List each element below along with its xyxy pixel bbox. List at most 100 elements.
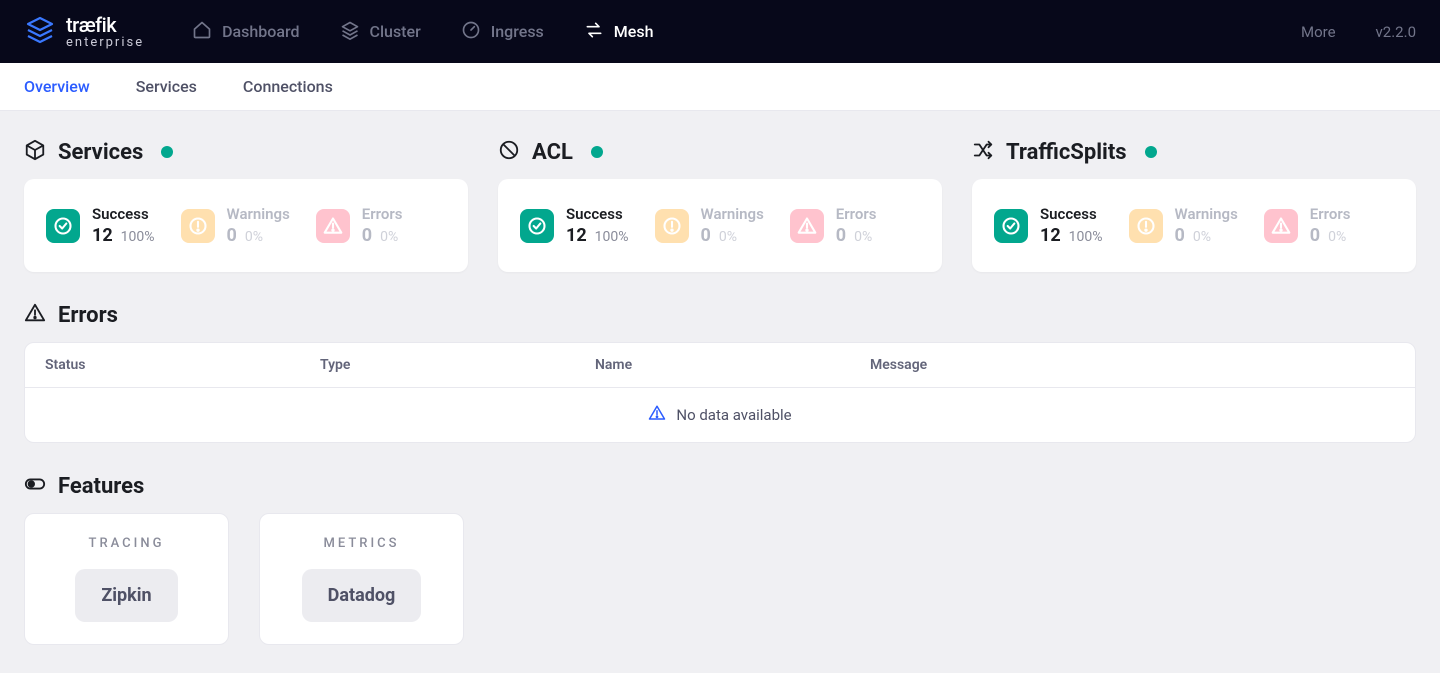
page-content: Services Success 12 100%: [0, 111, 1440, 673]
success-count: 12: [566, 225, 587, 246]
subnav-overview[interactable]: Overview: [24, 77, 90, 96]
errors-table: Status Type Name Message No data availab…: [24, 342, 1416, 443]
no-data-row: No data available: [25, 387, 1415, 442]
subnav-connections[interactable]: Connections: [243, 77, 333, 96]
feature-tracing: TRACING Zipkin: [24, 513, 229, 645]
status-dot-icon: [161, 146, 173, 158]
feature-tracing-value: Zipkin: [75, 569, 177, 622]
success-label: Success: [566, 205, 629, 223]
nav-ingress-label: Ingress: [491, 22, 544, 41]
alert-circle-icon: [1129, 209, 1163, 243]
check-circle-icon: [46, 209, 80, 243]
warnings-pct: 0%: [719, 229, 737, 245]
features-header: Features: [24, 473, 1416, 499]
trafficsplits-success: Success 12 100%: [994, 205, 1103, 246]
warnings-count: 0: [701, 225, 711, 246]
swap-icon: [584, 20, 604, 44]
acl-warnings: Warnings 0 0%: [655, 205, 764, 246]
alert-triangle-icon: [790, 209, 824, 243]
errors-pct: 0%: [380, 229, 398, 245]
errors-pct: 0%: [854, 229, 872, 245]
brand-name: træfik: [66, 15, 144, 35]
home-icon: [192, 20, 212, 44]
feature-metrics: METRICS Datadog: [259, 513, 464, 645]
alert-triangle-icon: [24, 302, 46, 328]
topbar-right: More v2.2.0: [1301, 23, 1416, 41]
alert-triangle-icon: [316, 209, 350, 243]
sub-nav: Overview Services Connections: [0, 63, 1440, 111]
trafficsplits-errors: Errors 0 0%: [1264, 205, 1351, 246]
warnings-pct: 0%: [245, 229, 263, 245]
subnav-services[interactable]: Services: [136, 77, 197, 96]
shield-icon: [498, 139, 520, 165]
trafficsplits-header: TrafficSplits: [972, 139, 1416, 165]
trafficsplits-column: TrafficSplits Success 12 100%: [972, 139, 1416, 272]
toggle-icon: [24, 473, 46, 499]
warnings-count: 0: [1175, 225, 1185, 246]
success-count: 12: [92, 225, 113, 246]
success-count: 12: [1040, 225, 1061, 246]
warnings-label: Warnings: [227, 205, 290, 223]
nav-more[interactable]: More: [1301, 23, 1336, 41]
errors-table-header: Status Type Name Message: [25, 343, 1415, 387]
errors-label: Errors: [362, 205, 403, 223]
nav-mesh-label: Mesh: [614, 22, 654, 41]
col-message: Message: [870, 357, 1395, 373]
services-errors: Errors 0 0%: [316, 205, 403, 246]
status-row: Services Success 12 100%: [24, 139, 1416, 272]
acl-errors: Errors 0 0%: [790, 205, 877, 246]
acl-title: ACL: [532, 140, 573, 165]
logo-icon: [24, 14, 56, 50]
errors-section-header: Errors: [24, 302, 1416, 328]
services-column: Services Success 12 100%: [24, 139, 468, 272]
alert-circle-icon: [655, 209, 689, 243]
success-pct: 100%: [595, 229, 629, 245]
cube-icon: [24, 139, 46, 165]
top-nav: træfik enterprise Dashboard Cluster Ingr…: [0, 0, 1440, 63]
warnings-label: Warnings: [701, 205, 764, 223]
success-pct: 100%: [1069, 229, 1103, 245]
info-triangle-icon: [648, 404, 666, 426]
services-header: Services: [24, 139, 468, 165]
services-card: Success 12 100% Warnings 0 0%: [24, 179, 468, 272]
errors-count: 0: [362, 225, 372, 246]
nav-items: Dashboard Cluster Ingress Mesh: [192, 20, 653, 44]
features-row: TRACING Zipkin METRICS Datadog: [24, 513, 1416, 645]
features-title: Features: [58, 474, 144, 499]
errors-pct: 0%: [1328, 229, 1346, 245]
errors-title: Errors: [58, 303, 118, 328]
nav-cluster-label: Cluster: [370, 22, 421, 41]
status-dot-icon: [1145, 146, 1157, 158]
acl-header: ACL: [498, 139, 942, 165]
trafficsplits-card: Success 12 100% Warnings 0 0%: [972, 179, 1416, 272]
status-dot-icon: [591, 146, 603, 158]
feature-tracing-label: TRACING: [89, 536, 165, 551]
errors-label: Errors: [836, 205, 877, 223]
feature-metrics-value: Datadog: [302, 569, 422, 622]
nav-mesh[interactable]: Mesh: [584, 20, 654, 44]
shuffle-icon: [972, 139, 994, 165]
success-label: Success: [1040, 205, 1103, 223]
nav-cluster[interactable]: Cluster: [340, 20, 421, 44]
success-label: Success: [92, 205, 155, 223]
nav-ingress[interactable]: Ingress: [461, 20, 544, 44]
brand-sub: enterprise: [66, 36, 144, 49]
alert-triangle-icon: [1264, 209, 1298, 243]
services-title: Services: [58, 140, 143, 165]
logo[interactable]: træfik enterprise: [24, 14, 144, 50]
col-type: Type: [320, 357, 595, 373]
no-data-text: No data available: [676, 406, 791, 424]
check-circle-icon: [994, 209, 1028, 243]
services-warnings: Warnings 0 0%: [181, 205, 290, 246]
success-pct: 100%: [121, 229, 155, 245]
gauge-icon: [461, 20, 481, 44]
acl-card: Success 12 100% Warnings 0 0%: [498, 179, 942, 272]
acl-success: Success 12 100%: [520, 205, 629, 246]
layers-icon: [340, 20, 360, 44]
acl-column: ACL Success 12 100%: [498, 139, 942, 272]
alert-circle-icon: [181, 209, 215, 243]
warnings-label: Warnings: [1175, 205, 1238, 223]
nav-dashboard[interactable]: Dashboard: [192, 20, 299, 44]
col-status: Status: [45, 357, 320, 373]
nav-dashboard-label: Dashboard: [222, 22, 299, 41]
